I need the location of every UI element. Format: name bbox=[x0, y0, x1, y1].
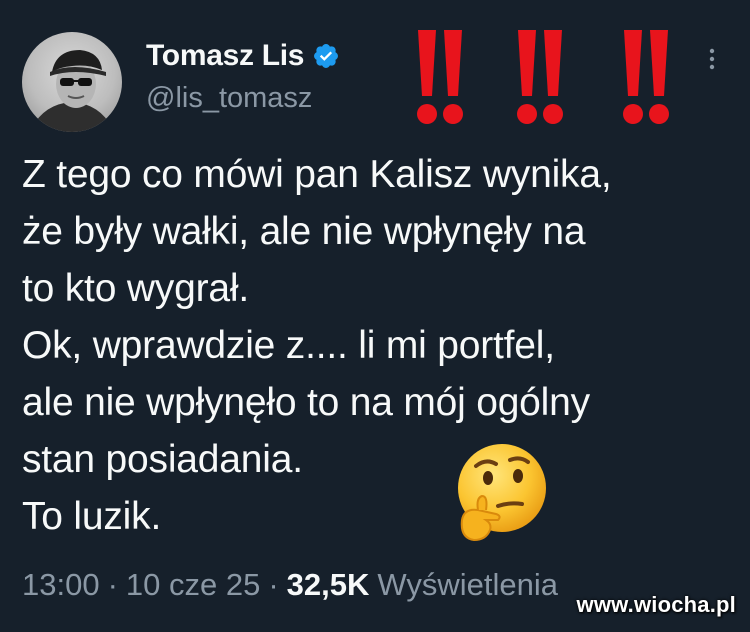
exclamation-marks-icon bbox=[417, 30, 669, 124]
thinking-face-icon bbox=[458, 444, 546, 542]
tweet-text-line: To luzik. bbox=[22, 495, 162, 538]
tweet-date[interactable]: 10 cze 25 bbox=[126, 567, 260, 603]
author-display-name[interactable]: Tomasz Lis bbox=[146, 39, 304, 73]
tweet-text: Z tego co mówi pan Kalisz wynika, że był… bbox=[22, 146, 722, 545]
tweet-text-line: ale nie wpłynęło to na mój ogólny bbox=[22, 381, 590, 424]
tweet-time[interactable]: 13:00 bbox=[22, 567, 100, 603]
tweet-text-line: że były wałki, ale nie wpłynęły na bbox=[22, 210, 586, 253]
tweet-text-line: Z tego co mówi pan Kalisz wynika, bbox=[22, 153, 612, 196]
tweet-text-line: Ok, wprawdzie z.... li mi portfel, bbox=[22, 324, 555, 367]
tweet-text-line: to kto wygrał. bbox=[22, 267, 249, 310]
more-options-icon[interactable] bbox=[702, 44, 722, 74]
verified-badge-icon bbox=[314, 44, 339, 68]
tweet-card: Tomasz Lis @lis_tomasz Z tego co mówi pa… bbox=[0, 0, 750, 632]
tweet-meta: 13:00 · 10 cze 25 · 32,5K Wyświetlenia bbox=[22, 565, 558, 605]
meta-separator: · bbox=[268, 567, 279, 602]
meta-separator: · bbox=[107, 567, 118, 602]
views-count: 32,5K bbox=[286, 567, 370, 602]
avatar[interactable] bbox=[22, 32, 122, 132]
watermark: www.wiocha.pl bbox=[576, 592, 736, 617]
tweet-text-line: stan posiadania. bbox=[22, 438, 303, 481]
author-handle[interactable]: @lis_tomasz bbox=[146, 82, 312, 115]
views-label: Wyświetlenia bbox=[377, 567, 559, 602]
author-name-row: Tomasz Lis bbox=[146, 38, 340, 74]
avatar-photo-icon bbox=[30, 50, 114, 132]
